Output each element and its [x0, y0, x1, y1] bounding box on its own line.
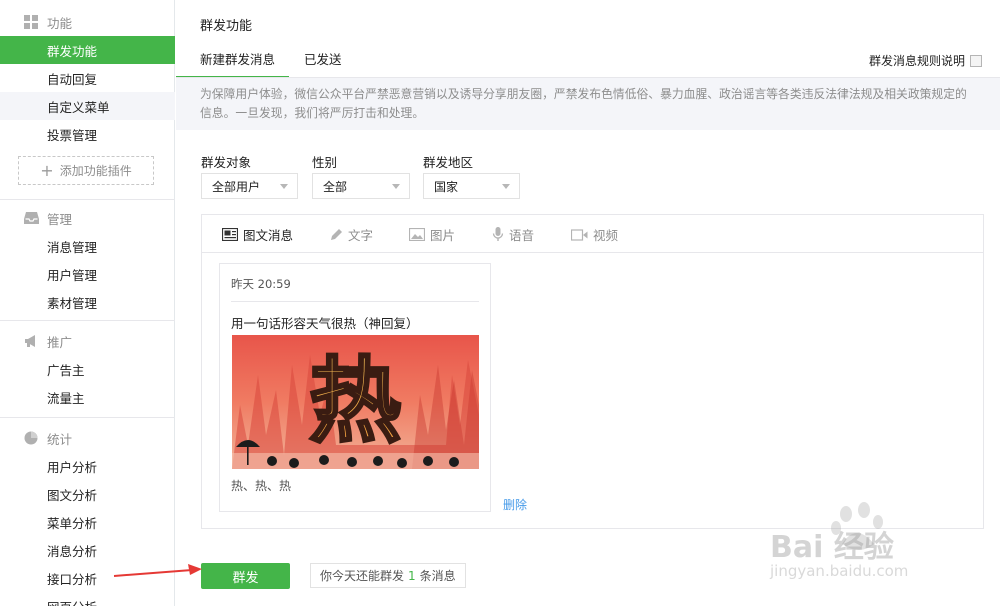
- news-card[interactable]: 昨天 20:59 用一句话形容天气很热（神回复） 热 热、热、热: [219, 263, 491, 512]
- sidebar-item-web-analysis[interactable]: 网页分析: [0, 592, 175, 606]
- rules-link[interactable]: 群发消息规则说明: [869, 52, 982, 69]
- target-select[interactable]: 全部用户: [201, 173, 298, 199]
- region-label: 群发地区: [423, 155, 474, 170]
- section-title: 功能: [47, 15, 73, 31]
- sidebar-item-auto-reply[interactable]: 自动回复: [0, 64, 175, 92]
- sidebar-item-article-analysis[interactable]: 图文分析: [0, 480, 175, 508]
- sidebar-item-user-analysis[interactable]: 用户分析: [0, 452, 175, 480]
- gender-select[interactable]: 全部: [312, 173, 410, 199]
- sidebar-item-advertiser[interactable]: 广告主: [0, 355, 175, 383]
- page-title: 群发功能: [200, 19, 253, 34]
- section-function: 功能: [0, 10, 175, 34]
- section-title: 统计: [47, 431, 73, 447]
- card-caption: 热、热、热: [231, 479, 292, 493]
- quota-suffix: 条消息: [419, 569, 456, 583]
- sidebar-item-menu-analysis[interactable]: 菜单分析: [0, 508, 175, 536]
- inbox-icon: [24, 211, 39, 226]
- editor-tab-label: 图文消息: [243, 228, 294, 243]
- megaphone-icon: [24, 334, 39, 349]
- sidebar-item-users[interactable]: 用户管理: [0, 260, 175, 288]
- editor-tab-voice[interactable]: 语音: [492, 225, 534, 244]
- rules-link-label: 群发消息规则说明: [868, 54, 965, 68]
- sidebar-item-materials[interactable]: 素材管理: [0, 288, 175, 316]
- section-title: 管理: [47, 211, 73, 227]
- add-plugin-button[interactable]: + 添加功能插件: [18, 156, 154, 185]
- pencil-icon: [331, 228, 342, 240]
- divider: [0, 417, 175, 418]
- section-stats: 统计: [0, 426, 175, 450]
- region-select[interactable]: 国家: [423, 173, 520, 199]
- card-cover-image: 热: [232, 335, 479, 469]
- video-icon: [571, 228, 588, 241]
- send-button[interactable]: 群发: [201, 563, 290, 589]
- card-time: 昨天 20:59: [231, 277, 291, 291]
- sidebar: 功能 群发功能 自动回复 自定义菜单 投票管理 + 添加功能插件 管理 消息管理…: [0, 0, 175, 606]
- chevron-down-icon: [502, 184, 510, 189]
- editor-tab-label: 文字: [348, 228, 374, 243]
- editor-tab-news[interactable]: 图文消息: [222, 225, 293, 244]
- region-select-value: 国家: [434, 179, 459, 194]
- sidebar-item-vote[interactable]: 投票管理: [0, 120, 175, 148]
- microphone-icon: [492, 227, 504, 241]
- editor-tab-bar: 图文消息 文字 图片 语音 视频: [202, 215, 983, 253]
- annotation-arrow: [113, 564, 202, 577]
- divider: [0, 320, 175, 321]
- editor-tab-label: 图片: [430, 228, 456, 243]
- section-manage: 管理: [0, 206, 175, 230]
- image-icon: [409, 228, 425, 241]
- card-divider: [231, 301, 479, 302]
- tab-new-mass-message[interactable]: 新建群发消息: [176, 42, 289, 78]
- delete-link[interactable]: 删除: [503, 496, 527, 513]
- baidu-watermark: Bai 经验 jingyan.baidu.com: [760, 500, 990, 600]
- add-plugin-label: 添加功能插件: [59, 164, 132, 178]
- target-select-value: 全部用户: [212, 179, 261, 194]
- editor-tab-video[interactable]: 视频: [571, 225, 618, 244]
- watermark-brand: Bai 经验: [770, 530, 894, 565]
- section-promote: 推广: [0, 329, 175, 353]
- watermark-url: jingyan.baidu.com: [770, 562, 909, 580]
- quota-prefix: 你今天还能群发: [320, 569, 405, 583]
- message-editor: 图文消息 文字 图片 语音 视频 昨天 20:59 用一句话形容天气很热（神回复…: [201, 214, 984, 529]
- sidebar-item-message-analysis[interactable]: 消息分析: [0, 536, 175, 564]
- chevron-down-icon: [392, 184, 400, 189]
- editor-tab-label: 视频: [593, 228, 619, 243]
- target-label: 群发对象: [201, 155, 252, 170]
- gender-select-value: 全部: [323, 179, 348, 194]
- card-image-glyph: 热: [309, 347, 401, 455]
- section-title: 推广: [47, 334, 73, 350]
- news-icon: [222, 228, 238, 241]
- divider: [0, 199, 175, 200]
- sidebar-item-mass-send[interactable]: 群发功能: [0, 36, 175, 64]
- tab-sent[interactable]: 已发送: [304, 42, 342, 78]
- document-icon: [970, 54, 982, 67]
- editor-tab-image[interactable]: 图片: [409, 225, 455, 244]
- plus-icon: +: [40, 161, 54, 180]
- quota-info: 你今天还能群发 1 条消息: [310, 563, 466, 588]
- editor-tab-label: 语音: [509, 228, 535, 243]
- gender-label: 性别: [312, 155, 338, 170]
- notice-banner: 为保障用户体验，微信公众平台严禁恶意营销以及诱导分享朋友圈，严禁发布色情低俗、暴…: [176, 78, 1000, 130]
- quota-count: 1: [408, 568, 416, 583]
- app-root: 功能 群发功能 自动回复 自定义菜单 投票管理 + 添加功能插件 管理 消息管理…: [0, 0, 1000, 606]
- sidebar-item-messages[interactable]: 消息管理: [0, 232, 175, 260]
- editor-tab-text[interactable]: 文字: [329, 225, 373, 244]
- card-title: 用一句话形容天气很热（神回复）: [231, 316, 419, 331]
- sidebar-item-custom-menu[interactable]: 自定义菜单: [0, 92, 175, 120]
- chevron-down-icon: [280, 184, 288, 189]
- grid-icon: [24, 14, 39, 30]
- pie-chart-icon: [24, 431, 39, 446]
- sidebar-item-publisher[interactable]: 流量主: [0, 383, 175, 411]
